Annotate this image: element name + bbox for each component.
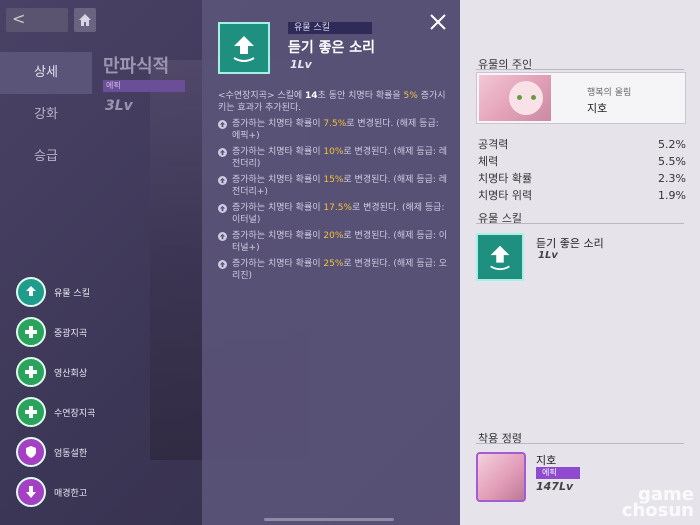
skill-item-5[interactable]: 매경한고 — [16, 472, 136, 512]
upgrade-item: 증가하는 치명타 확률이 15%로 변경된다. (해제 등급: 레전더리+) — [218, 174, 448, 198]
skill-list: 유물 스킬 중광지곡 영산회상 수연장지곡 엄동설한 매경한고 — [16, 272, 136, 512]
skill-label: 매경한고 — [54, 488, 88, 499]
artifact-skill-name: 듣기 좋은 소리 — [536, 237, 604, 250]
stat-row: 치명타 확률 2.3% — [478, 172, 686, 185]
owner-portrait — [479, 75, 551, 121]
rarity-badge: 에픽 — [103, 80, 185, 92]
scrollbar[interactable] — [264, 518, 394, 521]
equipped-spirit-level: 147Lv — [536, 480, 574, 493]
info-panel: 유물의 주인 행복의 울림 지호 공격력 5.2% 체력 5.5% 치명타 확률 2.… — [460, 0, 700, 525]
skill-label: 유물 스킬 — [54, 288, 90, 299]
arrow-up-icon[interactable] — [476, 233, 524, 281]
skill-level: 1Lv — [290, 58, 312, 71]
left-tab-list: 상세 강화 승급 — [0, 52, 92, 178]
upgrade-arrow-icon — [218, 260, 227, 269]
skill-item-3[interactable]: 수연장지곡 — [16, 392, 136, 432]
upgrade-item: 증가하는 치명타 확률이 7.5%로 변경된다. (해제 등급: 에픽+) — [218, 118, 448, 142]
skill-item-1[interactable]: 중광지곡 — [16, 312, 136, 352]
upgrade-arrow-icon — [218, 176, 227, 185]
owner-card[interactable]: 행복의 울림 지호 — [476, 72, 686, 124]
tab-enhance[interactable]: 강화 — [0, 94, 92, 136]
arrow-up-icon — [218, 22, 270, 74]
artifact-title: 만파식적 — [103, 56, 170, 77]
skill-item-2[interactable]: 영산회상 — [16, 352, 136, 392]
stat-row: 공격력 5.2% — [478, 138, 686, 151]
skill-item-artifact[interactable]: 유물 스킬 — [16, 272, 136, 312]
stat-row: 치명타 위력 1.9% — [478, 189, 686, 202]
divider — [476, 443, 684, 444]
skill-label: 수연장지곡 — [54, 408, 96, 419]
upgrade-arrow-icon — [218, 204, 227, 213]
upgrade-item: 증가하는 치명타 확률이 17.5%로 변경된다. (해제 등급: 이터널) — [218, 202, 448, 226]
shield-icon — [16, 437, 46, 467]
close-button[interactable] — [428, 12, 448, 32]
upgrade-arrow-icon — [218, 232, 227, 241]
down-arrow-icon — [16, 477, 46, 507]
owner-name: 지호 — [587, 102, 608, 115]
home-icon — [79, 14, 91, 26]
watermark-logo: game chosun — [621, 484, 694, 521]
stats-list: 공격력 5.2% 체력 5.5% 치명타 확률 2.3% 치명타 위력 1.9% — [478, 136, 686, 204]
equipped-spirit-avatar[interactable] — [476, 452, 526, 502]
skill-detail-modal: 유물 스킬 듣기 좋은 소리 1Lv <수연장지곡> 스킬에 14초 동안 치명… — [202, 0, 460, 525]
skill-label: 중광지곡 — [54, 328, 88, 339]
cross-icon — [16, 397, 46, 427]
skill-label: 엄동설한 — [54, 448, 88, 459]
divider — [476, 69, 684, 70]
upgrade-item: 증가하는 치명타 확률이 10%로 변경된다. (해제 등급: 레전더리) — [218, 146, 448, 170]
upgrade-item: 증가하는 치명타 확률이 20%로 변경된다. (해제 등급: 이터널+) — [218, 230, 448, 254]
cross-icon — [16, 357, 46, 387]
tab-promote[interactable]: 승급 — [0, 136, 92, 178]
skill-label: 영산회상 — [54, 368, 88, 379]
close-icon — [430, 14, 446, 30]
stat-row: 체력 5.5% — [478, 155, 686, 168]
upgrade-arrow-icon — [218, 148, 227, 157]
tab-details[interactable]: 상세 — [0, 52, 92, 94]
divider — [476, 223, 684, 224]
skill-description: <수연장지곡> 스킬에 14초 동안 치명타 확률을 5% 증가시키는 효과가 … — [218, 90, 448, 282]
skill-item-4[interactable]: 엄동설한 — [16, 432, 136, 472]
equipped-spirit-name: 지호 — [536, 454, 557, 467]
upgrade-item: 증가하는 치명타 확률이 25%로 변경된다. (해제 등급: 오리진) — [218, 258, 448, 282]
artifact-skill-level: 1Lv — [538, 250, 558, 261]
equipped-rarity-badge: 에픽 — [536, 467, 580, 479]
upgrade-arrow-icon — [218, 120, 227, 129]
cross-icon — [16, 317, 46, 347]
skill-tag: 유물 스킬 — [288, 22, 372, 34]
back-button[interactable]: < — [6, 8, 68, 32]
description-intro: <수연장지곡> 스킬에 14초 동안 치명타 확률을 5% 증가시키는 효과가 … — [218, 91, 446, 113]
arrow-up-icon — [16, 277, 46, 307]
artifact-level: 3Lv — [105, 98, 133, 114]
home-button[interactable] — [74, 8, 96, 32]
owner-title: 행복의 울림 — [587, 88, 632, 98]
skill-name: 듣기 좋은 소리 — [288, 40, 376, 56]
